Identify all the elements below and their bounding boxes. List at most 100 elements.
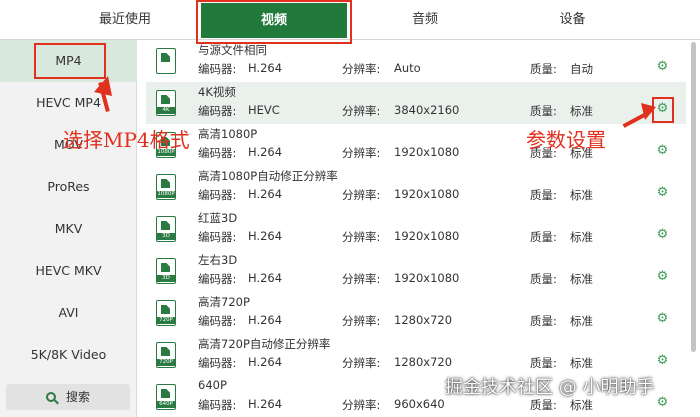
sidebar-item-5k-8k-video[interactable]: 5K/8K Video — [0, 334, 137, 376]
preset-name: 红蓝3D — [198, 211, 238, 225]
resolution-label: 分辨率: — [342, 188, 381, 202]
resolution-label: 分辨率: — [342, 272, 381, 286]
encoder-value: H.264 — [248, 313, 283, 327]
format-icon-tag: 3D — [157, 233, 175, 240]
preset-name: 与源文件相同 — [198, 43, 267, 57]
quality-label: 质量: — [530, 398, 557, 412]
list-scrollbar[interactable] — [688, 40, 698, 417]
gear-icon[interactable]: ⚙ — [656, 312, 669, 325]
encoder-value: HEVC — [248, 103, 280, 117]
quality-value: 标准 — [570, 356, 593, 370]
sidebar-item-hevc-mp4[interactable]: HEVC MP4 — [0, 82, 137, 124]
sidebar-item-mkv[interactable]: MKV — [0, 208, 137, 250]
preset-name: 高清720P自动修正分辨率 — [198, 337, 331, 351]
search-label: 搜索 — [65, 390, 90, 404]
resolution-value: 960x640 — [394, 397, 445, 411]
encoder-value: H.264 — [248, 187, 283, 201]
video-format-icon: 1080P — [156, 174, 176, 200]
quality-label: 质量: — [530, 230, 557, 244]
encoder-label: 编码器: — [198, 188, 237, 202]
format-icon-tag: 640P — [157, 401, 175, 408]
sidebar-item-mp4[interactable]: MP4 — [0, 40, 137, 82]
preset-row[interactable]: 与源文件相同 编码器: H.264 分辨率: Auto 质量: 自动 ⚙ — [146, 40, 686, 82]
format-icon-tag: 3D — [157, 275, 175, 282]
format-icon-tag: 720P — [157, 359, 175, 366]
gear-icon[interactable]: ⚙ — [656, 186, 669, 199]
resolution-value: 1920x1080 — [394, 271, 460, 285]
annotation-param-settings: 参数设置 — [526, 128, 606, 152]
encoder-label: 编码器: — [198, 272, 237, 286]
scrollbar-thumb[interactable] — [691, 42, 696, 352]
resolution-value: 1920x1080 — [394, 145, 460, 159]
preset-name: 4K视频 — [198, 85, 236, 99]
watermark: 掘金技术社区 @ 小明助手 — [445, 377, 655, 398]
encoder-label: 编码器: — [198, 314, 237, 328]
resolution-value: 1280x720 — [394, 313, 453, 327]
preset-list: 与源文件相同 编码器: H.264 分辨率: Auto 质量: 自动 ⚙ 4K 4K视频 编码器: H… — [146, 40, 686, 417]
tab-device[interactable]: 设备 — [505, 0, 640, 40]
gear-icon[interactable]: ⚙ — [656, 102, 669, 115]
sidebar-item-avi[interactable]: AVI — [0, 292, 137, 334]
preset-row[interactable]: 4K 4K视频 编码器: HEVC 分辨率: 3840x2160 质量: 标准 ⚙ — [146, 82, 686, 124]
gear-icon[interactable]: ⚙ — [656, 270, 669, 283]
quality-value: 自动 — [570, 62, 593, 76]
gear-icon[interactable]: ⚙ — [656, 354, 669, 367]
video-format-icon: 3D — [156, 216, 176, 242]
annotation-select-format: 选择MP4格式 — [63, 128, 190, 152]
quality-value: 标准 — [570, 272, 593, 286]
search-button[interactable]: 搜索 — [6, 384, 130, 410]
resolution-value: 3840x2160 — [394, 103, 460, 117]
encoder-value: H.264 — [248, 145, 283, 159]
preset-name: 高清1080P自动修正分辨率 — [198, 169, 338, 183]
encoder-value: H.264 — [248, 229, 283, 243]
video-format-icon — [156, 48, 176, 74]
preset-name: 高清720P — [198, 295, 250, 309]
resolution-label: 分辨率: — [342, 398, 381, 412]
format-icon-tag: 4K — [157, 107, 175, 114]
quality-label: 质量: — [530, 62, 557, 76]
tab-recent[interactable]: 最近使用 — [55, 0, 195, 40]
quality-label: 质量: — [530, 188, 557, 202]
quality-label: 质量: — [530, 314, 557, 328]
quality-value: 标准 — [570, 230, 593, 244]
preset-row[interactable]: 720P 高清720P自动修正分辨率 编码器: H.264 分辨率: 1280x720 质量… — [146, 334, 686, 376]
encoder-value: H.264 — [248, 61, 283, 75]
resolution-value: Auto — [394, 61, 421, 75]
format-icon-tag: 720P — [157, 317, 175, 324]
resolution-label: 分辨率: — [342, 356, 381, 370]
preset-name: 左右3D — [198, 253, 238, 267]
sidebar-item-hevc-mkv[interactable]: HEVC MKV — [0, 250, 137, 292]
quality-value: 标准 — [570, 188, 593, 202]
resolution-label: 分辨率: — [342, 314, 381, 328]
preset-row[interactable]: 3D 左右3D 编码器: H.264 分辨率: 1920x1080 质量: 标准 ⚙ — [146, 250, 686, 292]
resolution-label: 分辨率: — [342, 146, 381, 160]
tab-bar: 最近使用 视频 音频 设备 — [0, 0, 700, 40]
sidebar-item-prores[interactable]: ProRes — [0, 166, 137, 208]
encoder-label: 编码器: — [198, 398, 237, 412]
encoder-value: H.264 — [248, 397, 283, 411]
gear-icon[interactable]: ⚙ — [656, 228, 669, 241]
gear-icon[interactable]: ⚙ — [656, 60, 669, 73]
tab-audio[interactable]: 音频 — [355, 0, 495, 40]
preset-name: 640P — [198, 378, 227, 392]
preset-row[interactable]: 1080P 高清1080P自动修正分辨率 编码器: H.264 分辨率: 1920x108… — [146, 166, 686, 208]
video-format-icon: 4K — [156, 90, 176, 116]
quality-label: 质量: — [530, 272, 557, 286]
search-icon — [45, 392, 56, 402]
video-format-icon: 720P — [156, 300, 176, 326]
tab-video[interactable]: 视频 — [201, 3, 347, 38]
quality-label: 质量: — [530, 356, 557, 370]
format-icon-tag: 1080P — [157, 191, 175, 198]
gear-icon[interactable]: ⚙ — [656, 396, 669, 409]
encoder-value: H.264 — [248, 355, 283, 369]
encoder-label: 编码器: — [198, 62, 237, 76]
encoder-label: 编码器: — [198, 356, 237, 370]
encoder-label: 编码器: — [198, 104, 237, 118]
encoder-label: 编码器: — [198, 146, 237, 160]
preset-row[interactable]: 720P 高清720P 编码器: H.264 分辨率: 1280x720 质量: 标准 ⚙ — [146, 292, 686, 334]
gear-icon[interactable]: ⚙ — [656, 144, 669, 157]
quality-label: 质量: — [530, 104, 557, 118]
preset-row[interactable]: 3D 红蓝3D 编码器: H.264 分辨率: 1920x1080 质量: 标准 ⚙ — [146, 208, 686, 250]
resolution-value: 1920x1080 — [394, 187, 460, 201]
encoder-value: H.264 — [248, 271, 283, 285]
